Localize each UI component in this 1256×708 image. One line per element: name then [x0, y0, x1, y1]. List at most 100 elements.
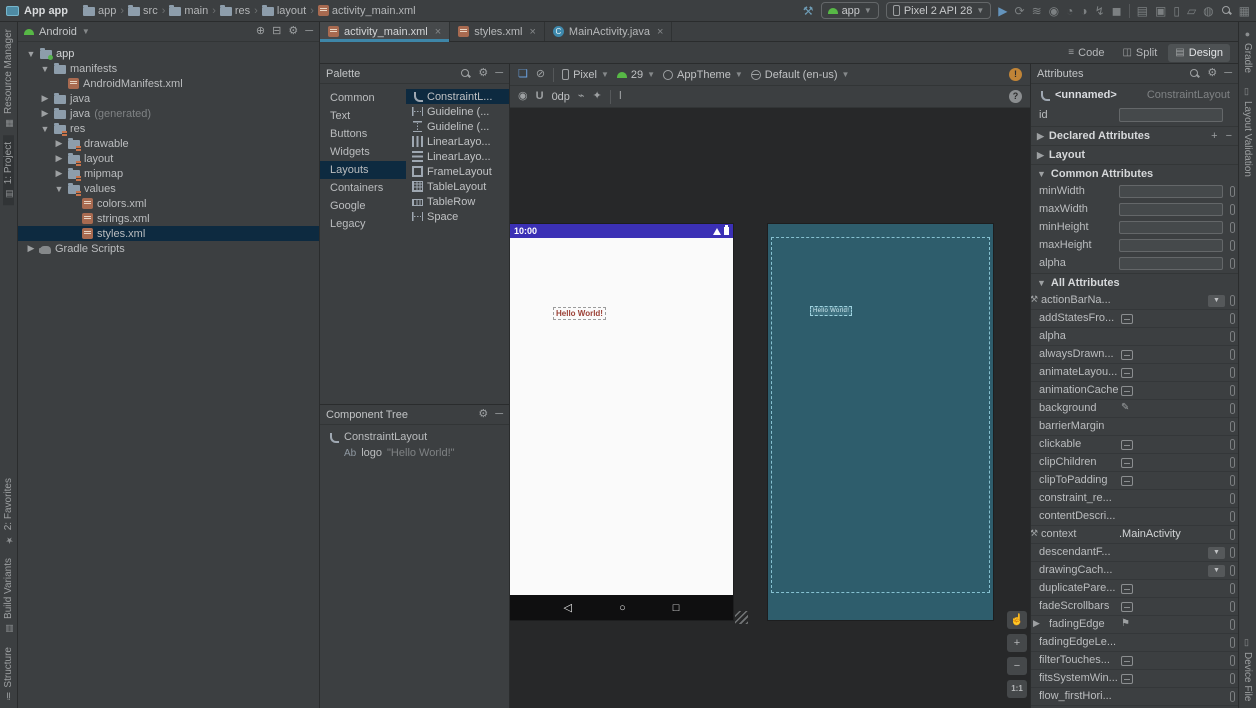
resource-picker-icon[interactable]	[1230, 204, 1235, 215]
toggle-off-icon[interactable]	[1121, 458, 1133, 468]
attribute-row-context[interactable]: ⚒context.MainActivity	[1031, 526, 1238, 544]
resource-picker-icon[interactable]	[1230, 457, 1235, 468]
run-icon[interactable]: ▶	[998, 5, 1007, 17]
settings-icon[interactable]: ⚙	[1207, 68, 1217, 79]
attribute-row-constraint_re[interactable]: constraint_re...	[1031, 490, 1238, 508]
project-tree-row[interactable]: AndroidManifest.xml	[18, 76, 319, 91]
toggle-off-icon[interactable]	[1121, 368, 1133, 378]
project-tree-row[interactable]: ▶Gradle Scripts	[18, 241, 319, 256]
tab-styles-xml[interactable]: styles.xml×	[450, 22, 545, 41]
attribute-row-descendantF[interactable]: descendantF...▼	[1031, 544, 1238, 562]
resource-picker-icon[interactable]	[1230, 529, 1235, 540]
device-dropdown[interactable]: Pixel ▼	[562, 69, 609, 81]
run-configuration-combo[interactable]: app ▼	[821, 2, 879, 19]
toggle-off-icon[interactable]	[1121, 602, 1133, 612]
close-icon[interactable]: ×	[657, 26, 663, 38]
assistant-icon[interactable]: ◍	[1203, 5, 1213, 17]
stripe-item-resource-manager[interactable]: ▦Resource Manager	[3, 22, 14, 135]
flag-icon[interactable]: ⚑	[1121, 618, 1130, 629]
resource-picker-icon[interactable]	[1230, 475, 1235, 486]
attribute-row-alpha[interactable]: alpha	[1031, 328, 1238, 346]
attribute-value-input[interactable]	[1119, 185, 1223, 198]
palette-category-common[interactable]: Common	[320, 89, 406, 107]
project-tree-row[interactable]: ▶layout	[18, 151, 319, 166]
profiler-attach-icon[interactable]: ◔	[1066, 5, 1073, 17]
toggle-off-icon[interactable]	[1121, 656, 1133, 666]
stop-icon[interactable]: ◼	[1112, 5, 1122, 17]
palette-item[interactable]: TableRow	[406, 194, 509, 209]
dropdown-button[interactable]: ▼	[1208, 547, 1225, 559]
palette-item[interactable]: ConstraintL...	[406, 89, 509, 104]
project-tree-row[interactable]: styles.xml	[18, 226, 319, 241]
attribute-value[interactable]: .MainActivity	[1119, 528, 1181, 540]
infer-constraints-icon[interactable]: ✦	[593, 91, 602, 102]
toggle-off-icon[interactable]	[1121, 386, 1133, 396]
id-input[interactable]	[1119, 108, 1223, 122]
debug-icon[interactable]: ◉	[1049, 5, 1059, 17]
project-tree-row[interactable]: ▶mipmap	[18, 166, 319, 181]
breadcrumb-item[interactable]: activity_main.xml	[318, 5, 416, 17]
device-combo[interactable]: Pixel 2 API 28 ▼	[886, 2, 991, 19]
settings-icon[interactable]: ⚙	[478, 68, 488, 79]
add-attribute-icon[interactable]: +	[1211, 130, 1217, 142]
resource-picker-icon[interactable]	[1230, 331, 1235, 342]
project-tree-row[interactable]: ▼manifests	[18, 61, 319, 76]
chevron-right-icon[interactable]: ▶	[40, 93, 50, 104]
stripe-item-structure[interactable]: ≔Structure	[3, 640, 14, 708]
dropdown-button[interactable]: ▼	[1208, 565, 1225, 577]
attribute-row-duplicatePare[interactable]: duplicatePare...	[1031, 580, 1238, 598]
running-devices-icon[interactable]: ▱	[1187, 5, 1196, 17]
resource-picker-icon[interactable]	[1230, 349, 1235, 360]
project-tree-row[interactable]: ▶java(generated)	[18, 106, 319, 121]
search-icon[interactable]	[1189, 68, 1200, 79]
toggle-off-icon[interactable]	[1121, 674, 1133, 684]
hide-icon[interactable]: ─	[1224, 68, 1232, 79]
canvas-resize-handle[interactable]	[735, 611, 748, 624]
hide-icon[interactable]: ─	[495, 409, 503, 420]
palette-category-text[interactable]: Text	[320, 107, 406, 125]
settings-icon[interactable]: ⚙	[288, 26, 298, 37]
palette-item[interactable]: TableLayout	[406, 179, 509, 194]
resource-picker-icon[interactable]	[1230, 403, 1235, 414]
hello-world-textview[interactable]: Hello World!	[553, 307, 606, 320]
resource-picker-icon[interactable]	[1230, 258, 1235, 269]
attribute-row-fadeScrollbars[interactable]: fadeScrollbars	[1031, 598, 1238, 616]
logcat-icon[interactable]: ▣	[1155, 5, 1166, 17]
resource-picker-icon[interactable]	[1230, 583, 1235, 594]
attribute-value-input[interactable]	[1119, 257, 1223, 270]
chevron-down-icon[interactable]: ▼	[40, 124, 50, 134]
resource-picker-icon[interactable]	[1230, 547, 1235, 558]
resource-picker-icon[interactable]	[1230, 511, 1235, 522]
project-tree-row[interactable]: ▼values	[18, 181, 319, 196]
device-mirror-icon[interactable]: ▯	[1173, 5, 1180, 17]
chevron-right-icon[interactable]: ▶	[40, 108, 50, 119]
resource-picker-icon[interactable]	[1230, 313, 1235, 324]
attribute-row-clipChildren[interactable]: clipChildren	[1031, 454, 1238, 472]
project-tree-row[interactable]: ▶java	[18, 91, 319, 106]
build-hammer-icon[interactable]: ⚒	[803, 5, 814, 17]
attribute-value-input[interactable]	[1119, 203, 1223, 216]
chevron-right-icon[interactable]: ▶	[1033, 618, 1040, 629]
apply-changes-icon[interactable]: ⟳	[1015, 5, 1025, 17]
attribute-row-filterTouches[interactable]: filterTouches...	[1031, 652, 1238, 670]
resource-picker-icon[interactable]	[1230, 295, 1235, 306]
toggle-off-icon[interactable]	[1121, 584, 1133, 594]
design-canvas[interactable]: 10:00 Hello World! ◁	[510, 108, 1030, 708]
palette-item[interactable]: Space	[406, 209, 509, 224]
toggle-off-icon[interactable]	[1121, 350, 1133, 360]
render-errors-badge[interactable]: !	[1009, 68, 1022, 81]
locate-icon[interactable]: ⊕	[256, 26, 265, 37]
stripe-item-layout-validation[interactable]: ▯Layout Validation	[1242, 80, 1253, 184]
section-layout[interactable]: ▶ Layout	[1031, 145, 1238, 164]
resource-picker-icon[interactable]	[1230, 691, 1235, 702]
stripe-item-device-file[interactable]: ▯Device File	[1242, 631, 1253, 708]
search-icon[interactable]	[1221, 5, 1232, 16]
component-tree-node[interactable]: Ablogo"Hello World!"	[320, 445, 509, 461]
tab-MainActivity-java[interactable]: CMainActivity.java×	[545, 22, 673, 41]
autoconnect-magnet-icon[interactable]: U	[536, 91, 544, 102]
settings-icon[interactable]: ⚙	[478, 409, 488, 420]
palette-item[interactable]: LinearLayo...	[406, 149, 509, 164]
view-options-icon[interactable]: ◉	[518, 91, 528, 102]
stripe-item-build-variants[interactable]: ▥Build Variants	[3, 551, 14, 640]
component-tree-node[interactable]: ConstraintLayout	[320, 429, 509, 445]
